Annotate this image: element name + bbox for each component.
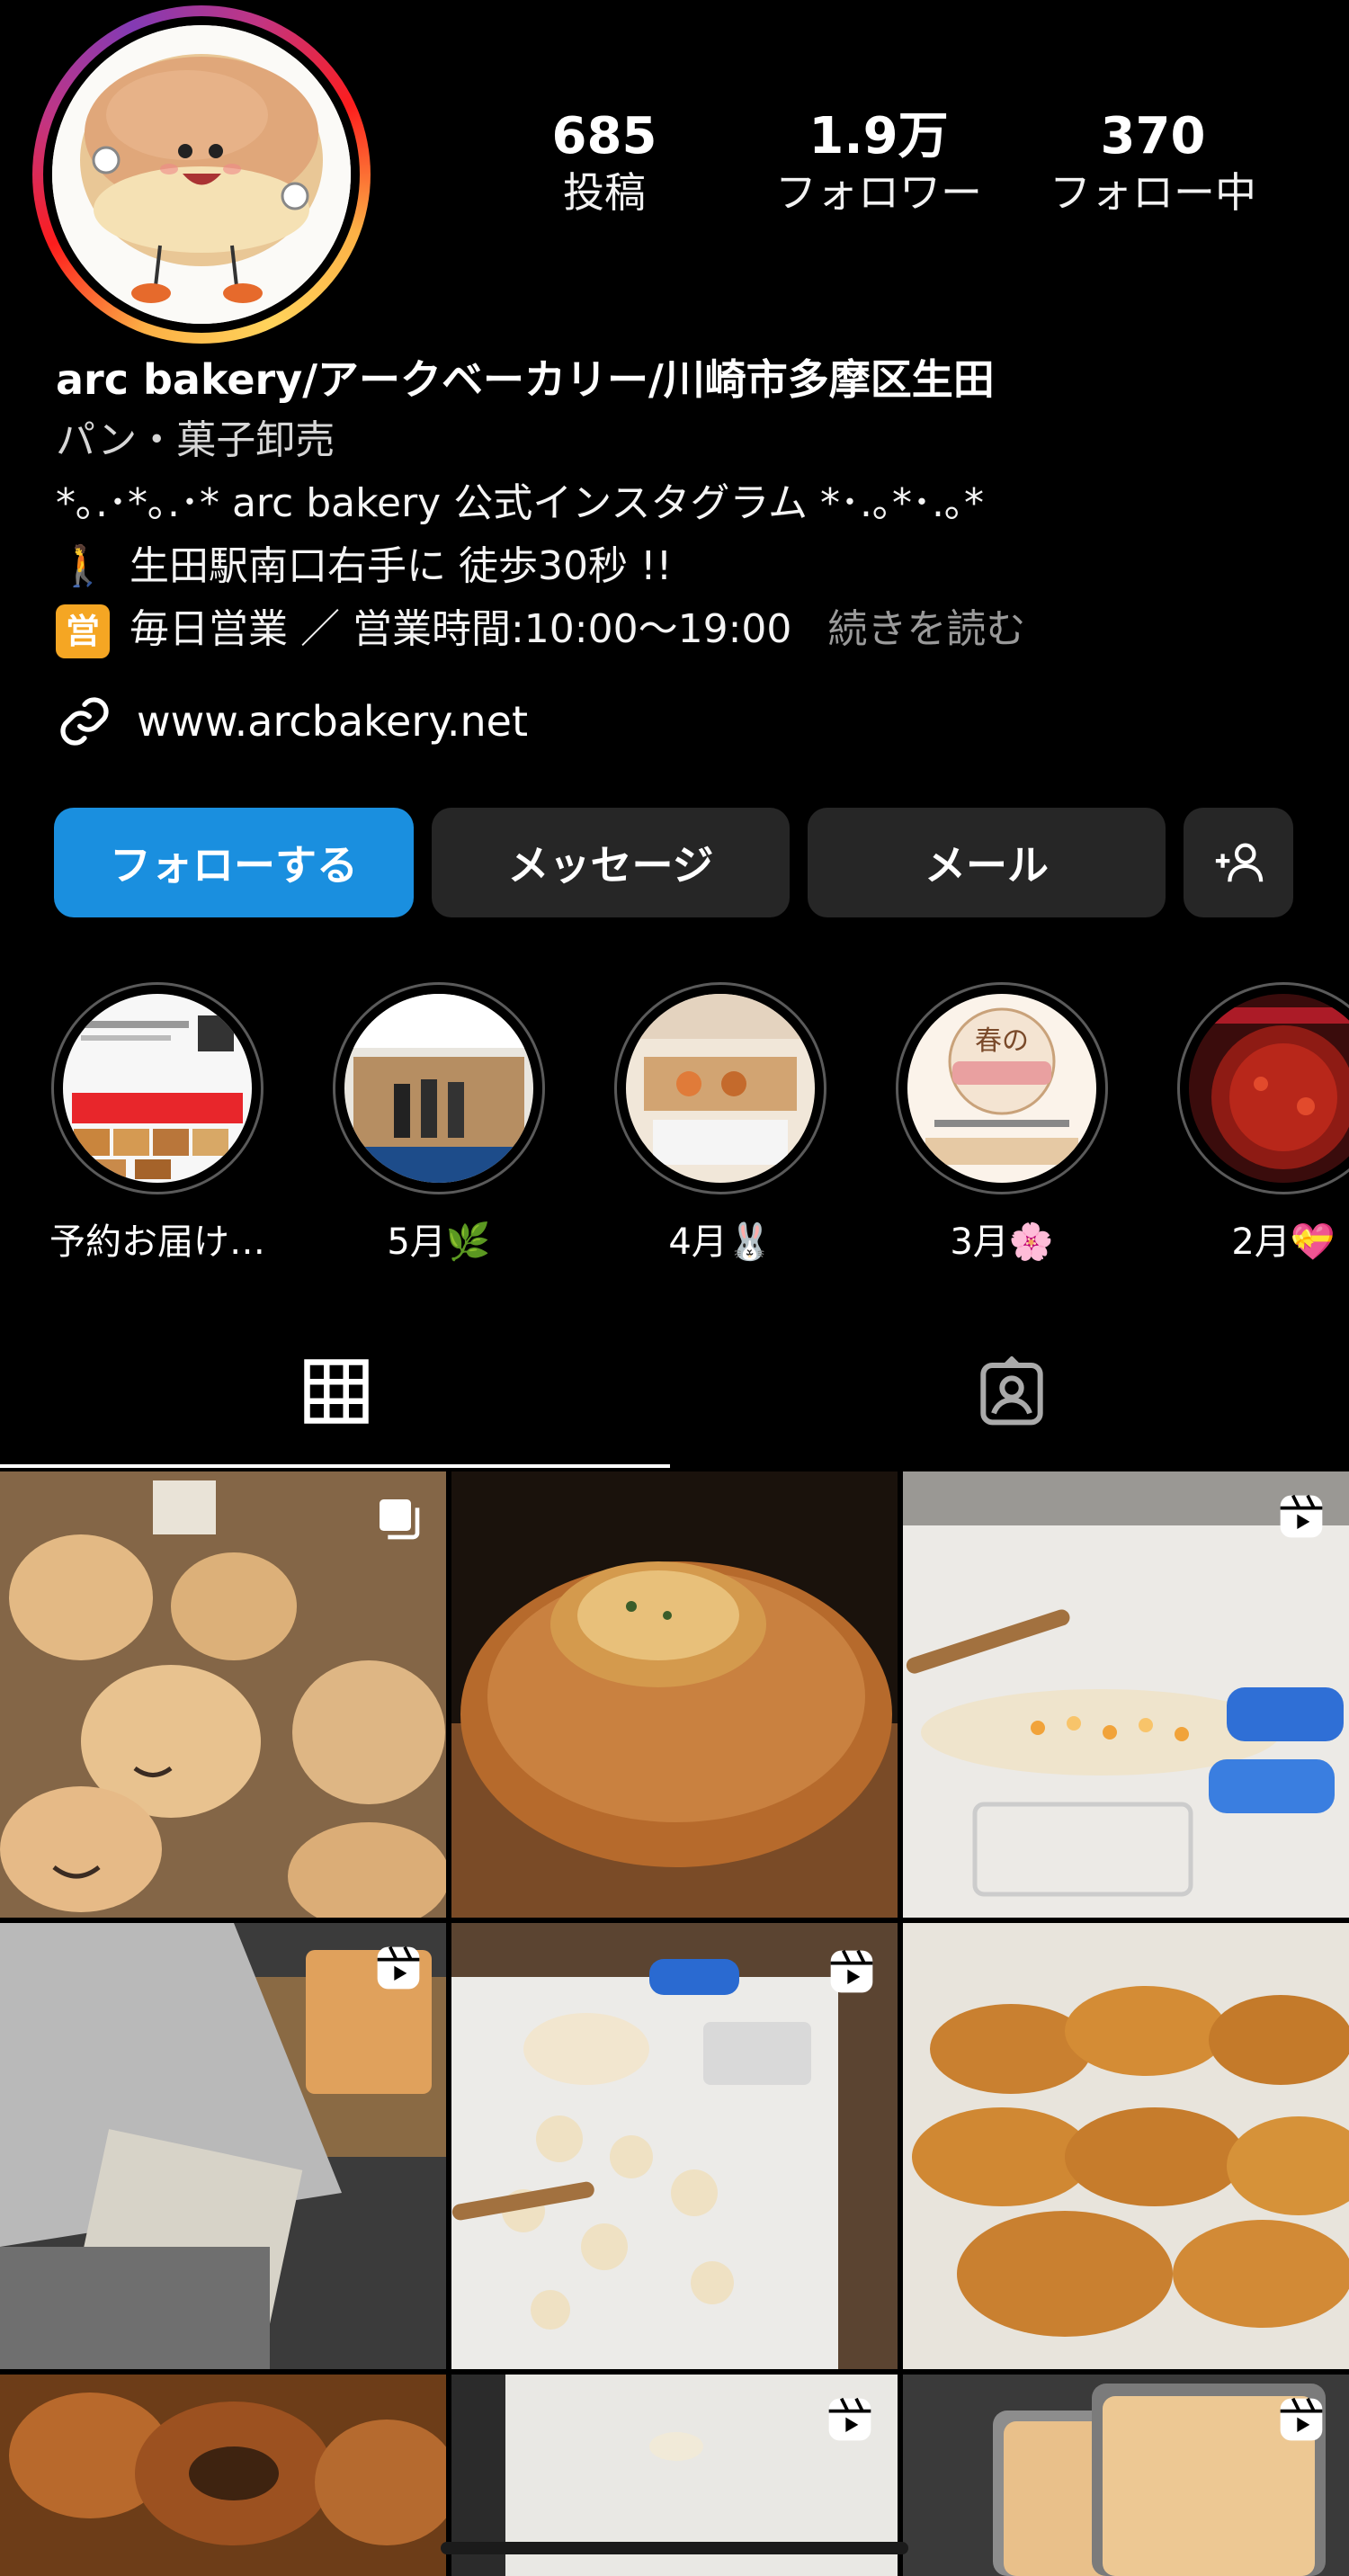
post-tile[interactable] xyxy=(903,1923,1349,2369)
svg-text:春の: 春の xyxy=(975,1025,1029,1057)
followers-count: 1.9万 xyxy=(809,107,949,165)
profile-avatar-story-ring[interactable] xyxy=(32,5,371,344)
posts-stat[interactable]: 685 投稿 xyxy=(487,108,721,219)
following-label: フォロー中 xyxy=(1050,168,1256,217)
highlight-cover xyxy=(344,994,533,1183)
active-tab-indicator xyxy=(0,1464,670,1468)
highlight-label: 4月🐰 xyxy=(668,1221,773,1263)
post-image xyxy=(903,1923,1349,2369)
follow-button[interactable]: フォローする xyxy=(54,808,414,917)
carousel-icon xyxy=(380,1499,420,1540)
link-icon xyxy=(60,697,109,746)
website-link-row[interactable]: www.arcbakery.net xyxy=(56,693,528,750)
read-more-link[interactable]: 続きを読む xyxy=(827,606,1025,652)
email-button[interactable]: メール xyxy=(808,808,1166,917)
highlight-item-reservation[interactable]: 予約お届け… xyxy=(49,982,265,1265)
highlight-item-february[interactable]: 2月💝 xyxy=(1175,982,1349,1265)
post-tile[interactable] xyxy=(0,2375,446,2576)
message-button[interactable]: メッセージ xyxy=(432,808,790,917)
post-tile[interactable] xyxy=(451,1471,898,1918)
post-image xyxy=(451,1471,898,1918)
grid-icon xyxy=(304,1359,369,1424)
highlight-cover xyxy=(63,994,252,1183)
avatar xyxy=(52,25,351,324)
following-count: 370 xyxy=(1100,107,1206,165)
post-tile[interactable] xyxy=(903,2375,1349,2576)
business-badge-icon: 営 xyxy=(56,604,110,658)
followers-stat[interactable]: 1.9万 フォロワー xyxy=(762,108,996,219)
following-stat[interactable]: 370 フォロー中 xyxy=(1036,108,1270,219)
post-tile[interactable] xyxy=(0,1471,446,1918)
highlight-item-march[interactable]: 春の 3月🌸 xyxy=(894,982,1110,1265)
followers-label: フォロワー xyxy=(775,168,982,217)
add-person-icon xyxy=(1215,843,1264,882)
highlight-label: 予約お届け… xyxy=(49,1221,265,1263)
bio-line-3: 営毎日営業 ／ 営業時間:10:00〜19:00 続きを読む xyxy=(56,599,1025,660)
tagged-icon xyxy=(980,1355,1043,1426)
highlight-label: 2月💝 xyxy=(1231,1221,1336,1263)
tab-posts-grid[interactable] xyxy=(301,1356,371,1430)
profile-category: パン・菓子卸売 xyxy=(56,417,335,463)
posts-label: 投稿 xyxy=(563,168,646,217)
highlight-label: 5月🌿 xyxy=(387,1221,491,1263)
highlight-cover xyxy=(1189,994,1349,1183)
website-url: www.arcbakery.net xyxy=(137,697,529,746)
post-image xyxy=(0,2375,446,2576)
suggest-people-button[interactable] xyxy=(1184,808,1293,917)
bio-line-1: *｡.･*｡.･* arc bakery 公式インスタグラム *･.｡*･.｡* xyxy=(56,480,984,526)
profile-name: arc bakery/アークベーカリー/川崎市多摩区生田 xyxy=(56,355,995,404)
walking-person-icon: 🚶 xyxy=(58,543,108,589)
bio-line-2: 🚶 生田駅南口右手に 徒歩30秒 !! xyxy=(56,536,673,597)
bio-line-2-text: 生田駅南口右手に 徒歩30秒 !! xyxy=(130,543,673,589)
highlight-cover xyxy=(626,994,815,1183)
reel-icon xyxy=(377,1945,420,1990)
post-tile[interactable] xyxy=(451,1923,898,2369)
home-indicator xyxy=(441,2542,908,2554)
highlight-label: 3月🌸 xyxy=(950,1221,1054,1263)
reel-icon xyxy=(828,2397,871,2441)
post-tile[interactable] xyxy=(903,1471,1349,1918)
post-tile[interactable] xyxy=(0,1923,446,2369)
highlight-cover: 春の xyxy=(907,994,1096,1183)
reel-icon xyxy=(1280,2397,1323,2441)
highlight-item-april[interactable]: 4月🐰 xyxy=(612,982,828,1265)
bio-line-3-text: 毎日営業 ／ 営業時間:10:00〜19:00 xyxy=(130,606,792,652)
reel-icon xyxy=(1280,1494,1323,1538)
tab-tagged[interactable] xyxy=(976,1355,1048,1432)
reel-icon xyxy=(830,1949,873,1993)
highlight-item-may[interactable]: 5月🌿 xyxy=(331,982,547,1265)
posts-count: 685 xyxy=(551,107,657,165)
